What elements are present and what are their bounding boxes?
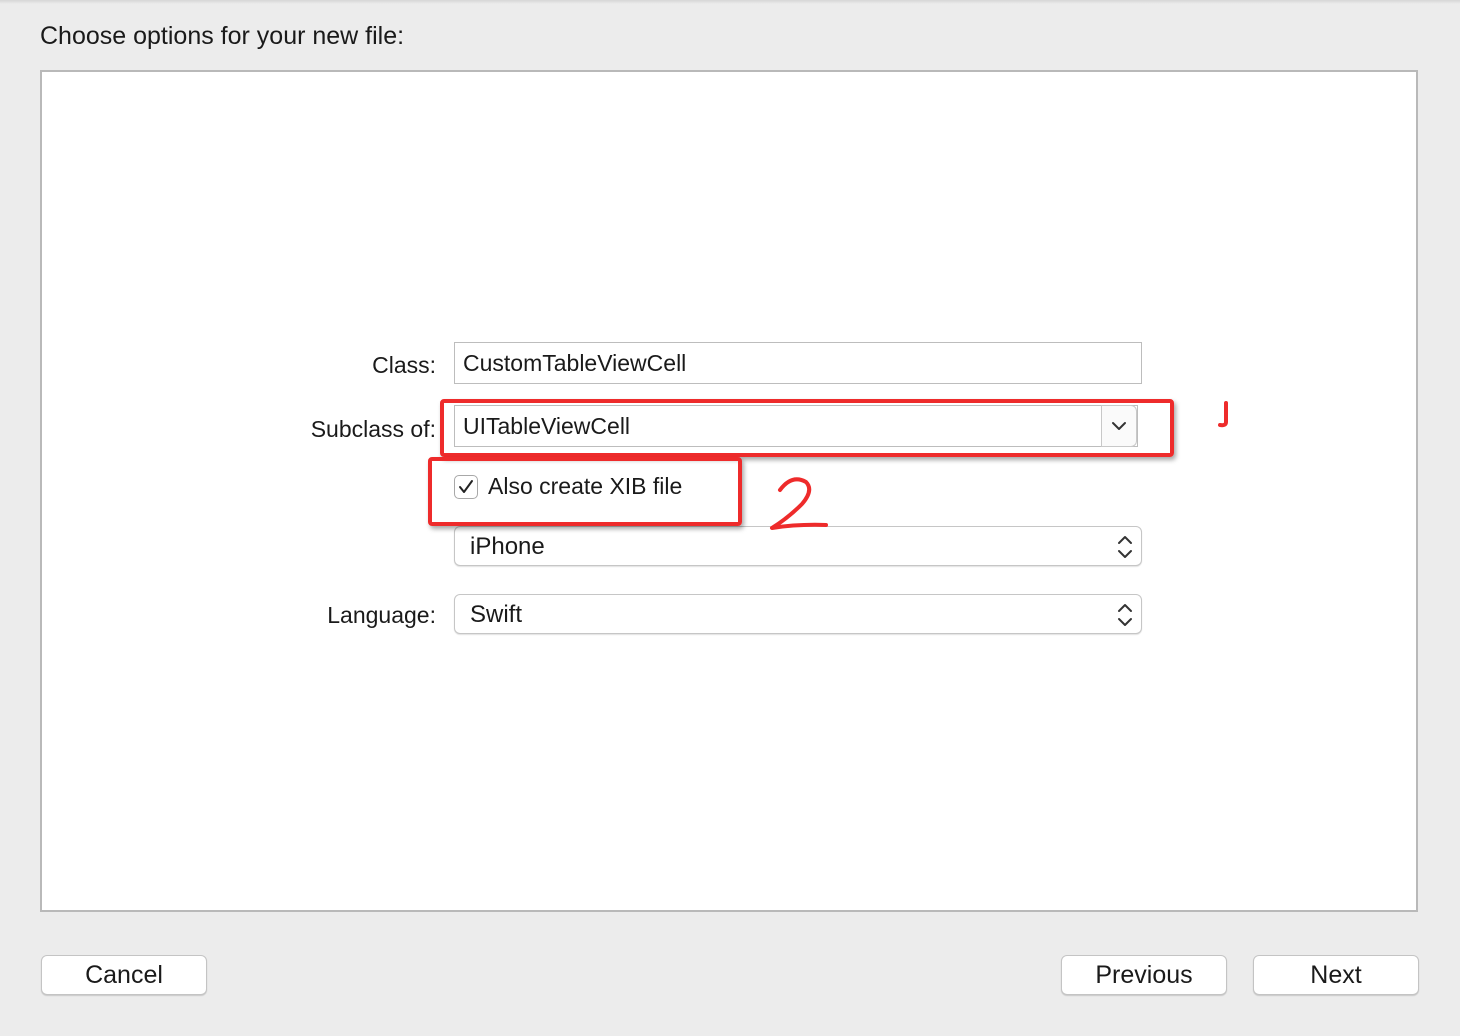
annotation-mark-1 [1218, 401, 1228, 428]
next-button[interactable]: Next [1253, 955, 1419, 995]
annotation-box-xib [428, 457, 742, 526]
annotation-box-subclass [440, 399, 1174, 457]
device-value: iPhone [470, 533, 545, 560]
dialog-heading: Choose options for your new file: [40, 22, 405, 50]
class-name-field[interactable]: CustomTableViewCell [454, 342, 1142, 384]
class-name-value: CustomTableViewCell [463, 350, 687, 376]
language-value: Swift [470, 601, 523, 628]
language-label: Language: [327, 602, 436, 628]
up-down-arrows-icon [1118, 536, 1132, 558]
cancel-button[interactable]: Cancel [41, 955, 207, 995]
annotation-mark-2 [770, 477, 828, 530]
up-down-arrows-icon [1118, 604, 1132, 626]
window-top-edge [0, 0, 1460, 4]
previous-button[interactable]: Previous [1061, 955, 1227, 995]
language-popup[interactable]: Swift [454, 594, 1142, 634]
class-label: Class: [372, 352, 436, 378]
subclass-label: Subclass of: [310, 416, 436, 442]
